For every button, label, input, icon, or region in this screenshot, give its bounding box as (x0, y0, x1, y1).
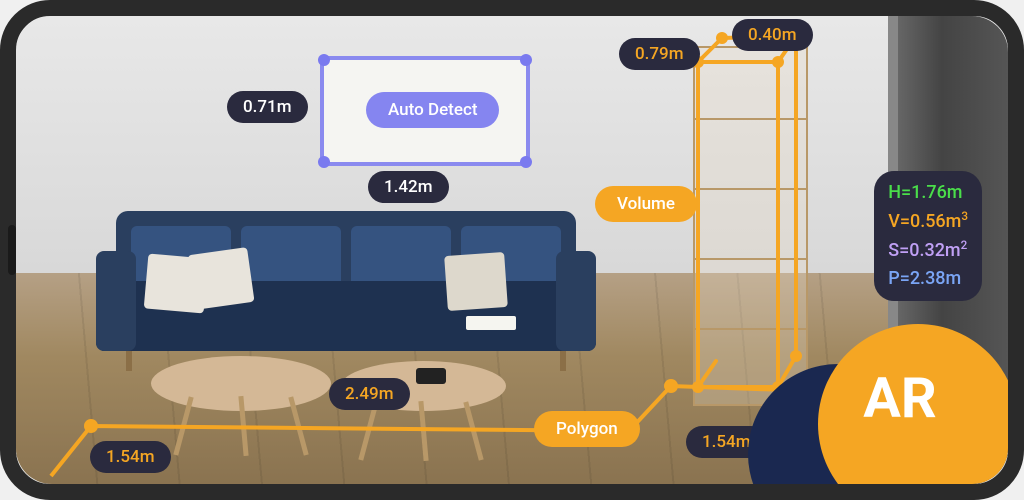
polygon-button[interactable]: Polygon (534, 411, 640, 447)
measurement-height-label: 0.71m (227, 91, 308, 123)
scene-phone (416, 368, 446, 384)
volume-stats-panel: H=1.76m V=0.56m3 S=0.32m2 P=2.38m (874, 171, 982, 301)
auto-detect-button[interactable]: Auto Detect (366, 92, 499, 128)
scene-pillow (187, 247, 254, 310)
camera-scene: 0.71m 1.42m Auto Detect (16, 16, 1008, 484)
polygon-top-measurement: 2.49m (329, 378, 410, 410)
scene-bookshelf (693, 46, 808, 406)
scene-book (466, 316, 516, 330)
polygon-left-measurement: 1.54m (90, 441, 171, 473)
volume-depth-label: 0.79m (619, 38, 700, 70)
stat-perimeter: P=2.38m (888, 265, 968, 293)
stat-volume: V=0.56m3 (888, 207, 968, 236)
phone-speaker-icon (8, 225, 16, 275)
resize-handle-icon[interactable] (318, 54, 330, 66)
resize-handle-icon[interactable] (520, 54, 532, 66)
stat-surface: S=0.32m2 (888, 236, 968, 265)
phone-mockup: 0.71m 1.42m Auto Detect (0, 0, 1024, 500)
scene-table (151, 356, 331, 411)
volume-width-label: 0.40m (732, 19, 813, 51)
volume-button[interactable]: Volume (595, 186, 697, 222)
resize-handle-icon[interactable] (520, 156, 532, 168)
stat-height: H=1.76m (888, 179, 968, 207)
resize-handle-icon[interactable] (318, 156, 330, 168)
measurement-width-label: 1.42m (368, 171, 449, 203)
scene-pillow (444, 252, 508, 311)
ar-badge-text: AR (863, 365, 937, 431)
